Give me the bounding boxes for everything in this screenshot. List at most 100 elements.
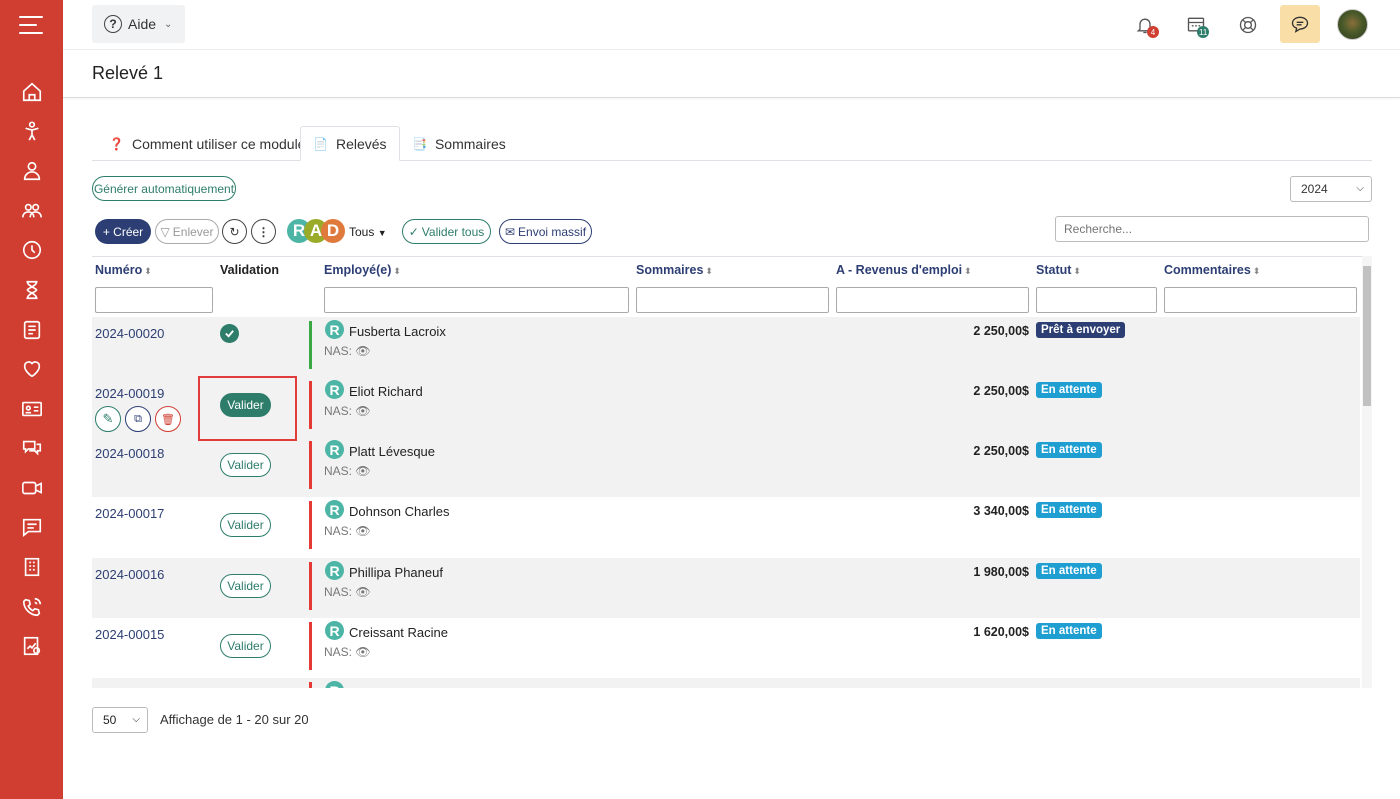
validate-button[interactable]: Valider [220,513,271,537]
home-icon[interactable] [20,80,44,104]
document-icon: 📄 [313,136,328,151]
scrollbar-thumb[interactable] [1363,266,1371,406]
report-icon[interactable] [20,634,44,658]
column-header-employe[interactable]: Employé(e) ⬍ [324,263,401,277]
eye-icon[interactable]: 👁 [355,524,370,538]
copy-button[interactable]: ⧉ [125,406,151,432]
clock-icon[interactable] [20,238,44,262]
help-label: Aide [128,16,157,32]
refresh-button[interactable]: ↻ [222,219,247,244]
phone-icon[interactable] [20,595,44,619]
building-icon[interactable] [20,555,44,579]
bell-icon[interactable]: 4 [1132,12,1159,38]
bell-badge: 4 [1147,26,1159,38]
menu-icon[interactable] [19,16,43,36]
validate-button[interactable]: Valider [220,634,271,658]
employment-income: 1 620,00$ [973,625,1029,639]
chevron-down-icon: ⌵ [1356,183,1364,194]
calendar-icon[interactable]: 11 [1183,12,1210,38]
filter-employe-input[interactable] [324,287,629,313]
row-numero[interactable]: 2024-00017 [95,506,164,521]
team-icon[interactable] [20,199,44,223]
more-options-button[interactable]: ⋮ [251,219,276,244]
row-numero[interactable]: 2024-00015 [95,627,164,642]
validate-button[interactable]: Valider [220,453,271,477]
page-size-value: 50 [103,713,117,727]
create-button[interactable]: + Créer [95,219,151,244]
rad-r-icon: R [325,380,344,399]
row-numero[interactable]: 2024-00016 [95,567,164,582]
kebab-icon: ⋮ [257,224,270,239]
video-icon[interactable] [20,476,44,500]
bulk-send-button[interactable]: ✉ Envoi massif [499,219,592,244]
summary-icon: 📑 [412,136,427,151]
row-numero[interactable]: 2024-00019 [95,386,164,401]
conversation-icon[interactable] [20,436,44,460]
chat-icon [1291,16,1309,33]
page-header: Relevé 1 [63,50,1400,98]
chevron-down-icon: ⌵ [132,714,140,725]
column-header-commentaires[interactable]: Commentaires ⬍ [1164,263,1260,277]
rad-d-icon[interactable]: D [321,219,345,243]
filter-numero-input[interactable] [95,287,213,313]
eye-icon[interactable]: 👁 [355,585,370,599]
delete-button[interactable]: 🗑 [155,406,181,432]
table-row[interactable]: R [92,678,1360,688]
tab-sommaires[interactable]: 📑 Sommaires [400,126,518,161]
tab-how-to[interactable]: ❓ Comment utiliser ce module [97,126,317,161]
column-header-validation: Validation [220,263,280,277]
employment-income: 1 980,00$ [973,565,1029,579]
pagination-info: Affichage de 1 - 20 sur 20 [160,712,309,727]
eye-icon[interactable]: 👁 [355,645,370,659]
filter-commentaires-input[interactable] [1164,287,1357,313]
validate-all-button[interactable]: ✓ Valider tous [402,219,491,244]
year-select[interactable]: 2024 ⌵ [1290,176,1372,202]
filter-revenus-input[interactable] [836,287,1029,313]
employee-icon[interactable] [20,159,44,183]
tab-bar: ❓ Comment utiliser ce module 📄 Relevés 📑… [92,126,1372,161]
column-header-revenus[interactable]: A - Revenus d'emploi ⬍ [836,263,972,277]
table-row[interactable]: 2024-00015 Valider R Creissant Racine NA… [92,618,1360,678]
nas-field: NAS: 👁 [324,404,371,418]
hourglass-icon[interactable] [20,278,44,302]
table-row[interactable]: 2024-00016 Valider R Phillipa Phaneuf NA… [92,558,1360,618]
column-header-statut[interactable]: Statut ⬍ [1036,263,1081,277]
eye-icon[interactable]: 👁 [355,404,370,418]
tab-how-to-label: Comment utiliser ce module [131,135,306,152]
chat-button[interactable] [1280,5,1320,43]
table-row[interactable]: 2024-00017 Valider R Dohnson Charles NAS… [92,497,1360,557]
filter-sommaires-input[interactable] [636,287,829,313]
user-avatar[interactable] [1337,9,1368,40]
search-input[interactable] [1055,216,1369,242]
page-size-select[interactable]: 50 ⌵ [92,707,148,733]
edit-button[interactable]: ✎ [95,406,121,432]
bulk-send-label: Envoi massif [518,224,587,239]
table-row[interactable]: 2024-00020 R Fusberta Lacroix NAS: 👁 2 2… [92,317,1360,377]
validate-button[interactable]: Valider [220,574,271,598]
rad-r-icon: R [325,500,344,519]
eye-icon[interactable]: 👁 [355,464,370,478]
column-header-numero[interactable]: Numéro ⬍ [95,263,152,277]
status-bar [309,381,312,429]
person-icon[interactable] [20,119,44,143]
row-numero[interactable]: 2024-00020 [95,326,164,341]
rad-filter-dropdown[interactable]: Tous ▼ [349,225,387,239]
remove-button[interactable]: ▽ Enlever [155,219,219,244]
id-card-icon[interactable] [20,397,44,421]
eye-icon[interactable]: 👁 [355,344,370,358]
employee-name: Fusberta Lacroix [349,324,446,339]
heart-icon[interactable] [20,357,44,381]
copy-icon: ⧉ [134,412,142,425]
question-icon: ? [104,15,122,33]
help-dropdown[interactable]: ? Aide ⌄ [92,5,185,43]
lifebuoy-icon[interactable] [1235,12,1261,38]
table-scrollbar[interactable] [1362,256,1372,688]
row-numero[interactable]: 2024-00018 [95,446,164,461]
filter-statut-input[interactable] [1036,287,1157,313]
tab-releves[interactable]: 📄 Relevés [300,126,400,161]
message-icon[interactable] [20,515,44,539]
generate-auto-button[interactable]: Générer automatiquement [92,176,236,201]
checklist-icon[interactable] [20,318,44,342]
table-row[interactable]: 2024-00018 Valider R Platt Lévesque NAS:… [92,437,1360,497]
column-header-sommaires[interactable]: Sommaires ⬍ [636,263,713,277]
